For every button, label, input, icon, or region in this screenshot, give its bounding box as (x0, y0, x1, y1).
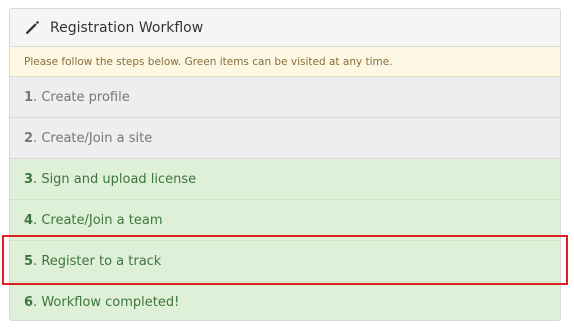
step-create-join-site: 2. Create/Join a site (10, 118, 560, 159)
workflow-steps-list: 1. Create profile 2. Create/Join a site … (10, 77, 560, 320)
step-label: Workflow completed! (41, 295, 180, 310)
registration-workflow-panel: Registration Workflow Please follow the … (9, 8, 561, 321)
step-sign-upload-license[interactable]: 3. Sign and upload license (10, 159, 560, 200)
workflow-notice: Please follow the steps below. Green ite… (10, 47, 560, 77)
step-label: Sign and upload license (41, 171, 197, 187)
step-number: 3 (24, 171, 34, 187)
step-number: 5 (24, 253, 34, 269)
step-number: 4 (24, 212, 34, 228)
step-label: Register to a track (41, 253, 162, 269)
step-create-profile: 1. Create profile (10, 77, 560, 118)
step-label: Create/Join a site (41, 130, 153, 146)
step-register-track[interactable]: 5. Register to a track (10, 241, 560, 282)
step-workflow-completed[interactable]: 6. Workflow completed! (10, 282, 560, 320)
panel-header: Registration Workflow (10, 9, 560, 47)
step-create-join-team[interactable]: 4. Create/Join a team (10, 200, 560, 241)
step-number: 2 (24, 130, 34, 146)
panel-title: Registration Workflow (50, 19, 204, 36)
step-number: 6 (24, 295, 34, 310)
step-number: 1 (24, 89, 34, 105)
step-label: Create profile (41, 89, 130, 105)
pencil-icon (26, 21, 39, 34)
step-label: Create/Join a team (41, 212, 163, 228)
